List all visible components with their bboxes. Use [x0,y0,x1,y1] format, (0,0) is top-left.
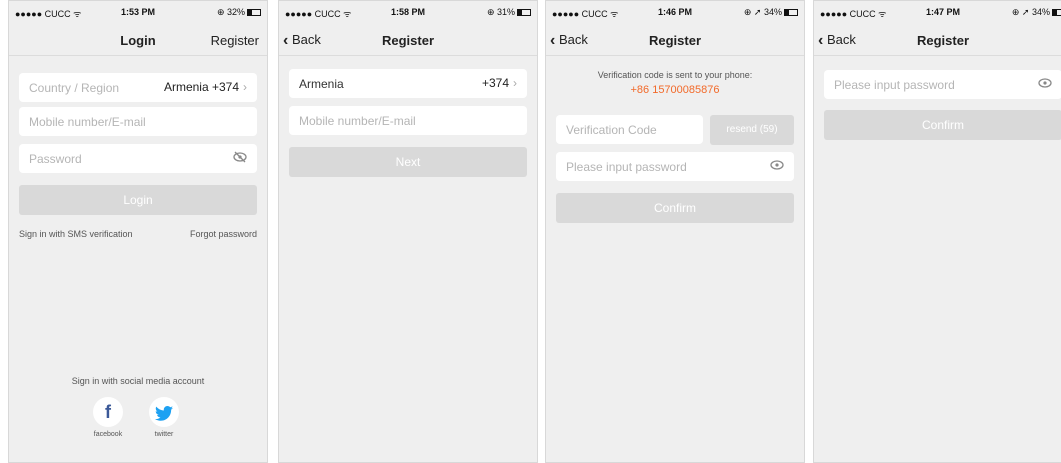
status-bar: ●●●●● CUCC ᯤ 1:53 PM ⊕ 32% [9,1,267,25]
facebook-label: facebook [93,431,123,438]
nav-bar: ‹ Back Register [279,25,537,55]
password-input[interactable]: Please input password [556,152,794,181]
chevron-right-icon: › [243,80,247,94]
battery-percent: ⊕ ➚ 34% [743,7,782,17]
facebook-icon[interactable]: f [93,397,123,427]
login-form: Country / Region Armenia +374 › Mobile nu… [9,55,267,462]
verification-form: Verification code is sent to your phone:… [546,55,804,462]
password-placeholder: Password [29,152,82,166]
battery-percent: ⊕ 32% [216,7,245,17]
battery-status: ⊕ ➚ 34% [1012,7,1061,18]
battery-percent: ⊕ 31% [486,7,515,17]
battery-status: ⊕ 31% [487,7,531,18]
battery-icon [784,9,798,16]
facebook-login[interactable]: f facebook [93,397,123,438]
battery-icon [247,9,261,16]
sms-login-link[interactable]: Sign in with SMS verification [19,229,133,239]
eye-off-icon[interactable] [233,151,247,166]
password-placeholder: Please input password [834,78,955,92]
country-region-label: Country / Region [29,81,120,95]
status-bar: ●●●●● CUCC ᯤ 1:47 PM ⊕ ➚ 34% [814,1,1061,25]
password-input[interactable]: Please input password [824,70,1061,99]
verification-code-input[interactable]: Verification Code [556,115,703,144]
confirm-button[interactable]: Confirm [556,193,794,223]
verification-notice: Verification code is sent to your phone: [597,70,753,80]
twitter-login[interactable]: twitter [149,397,179,438]
mobile-email-input[interactable]: Mobile number/E-mail [289,106,527,135]
mobile-email-placeholder: Mobile number/E-mail [299,114,416,128]
battery-percent: ⊕ ➚ 34% [1011,7,1050,17]
phone-number: +86 15700085876 [630,84,720,96]
nav-bar: ‹ Back Register [814,25,1061,55]
country-region-selector[interactable]: Country / Region Armenia +374 › [19,73,257,102]
screenshot-row: ●●●●● CUCC ᯤ 1:53 PM ⊕ 32% Login Registe… [0,0,1061,463]
eye-icon[interactable] [1038,77,1052,92]
page-title: Register [381,33,435,48]
twitter-label: twitter [154,431,174,438]
mobile-email-placeholder: Mobile number/E-mail [29,115,146,129]
confirm-button[interactable]: Confirm [824,110,1061,140]
page-title: Register [648,33,702,48]
page-title: Register [916,33,970,48]
register-screen-password: ●●●●● CUCC ᯤ 1:47 PM ⊕ ➚ 34% ‹ Back Regi… [813,0,1061,463]
nav-bar: ‹ Back Register [546,25,804,55]
register-screen-verify: ●●●●● CUCC ᯤ 1:46 PM ⊕ ➚ 34% ‹ Back Regi… [545,0,805,463]
twitter-icon[interactable] [149,397,179,427]
verification-code-placeholder: Verification Code [566,123,657,137]
register-form: Armenia +374 › Mobile number/E-mail Next [279,55,537,462]
register-link[interactable]: Register [211,33,259,48]
battery-icon [517,9,531,16]
resend-button[interactable]: resend (59) [710,115,794,145]
battery-icon [1052,9,1061,16]
battery-status: ⊕ 32% [217,7,261,18]
register-screen-step1: ●●●●● CUCC ᯤ 1:58 PM ⊕ 31% ‹ Back Regist… [278,0,538,463]
password-placeholder: Please input password [566,160,687,174]
login-button[interactable]: Login [19,185,257,215]
status-bar: ●●●●● CUCC ᯤ 1:46 PM ⊕ ➚ 34% [546,1,804,25]
country-selector[interactable]: Armenia +374 › [289,69,527,98]
next-button[interactable]: Next [289,147,527,177]
nav-bar: Login Register [9,25,267,55]
password-form: Please input password Confirm [814,55,1061,462]
eye-icon[interactable] [770,159,784,174]
forgot-password-link[interactable]: Forgot password [190,229,257,239]
login-screen: ●●●●● CUCC ᯤ 1:53 PM ⊕ 32% Login Registe… [8,0,268,463]
battery-status: ⊕ ➚ 34% [744,7,798,18]
country-code: +374 [481,76,509,90]
country-name: Armenia [299,77,344,91]
status-bar: ●●●●● CUCC ᯤ 1:58 PM ⊕ 31% [279,1,537,25]
mobile-email-input[interactable]: Mobile number/E-mail [19,107,257,136]
country-value: Armenia +374 [163,80,239,94]
password-input[interactable]: Password [19,144,257,173]
chevron-right-icon: › [513,76,517,90]
social-login-title: Sign in with social media account [71,376,205,386]
